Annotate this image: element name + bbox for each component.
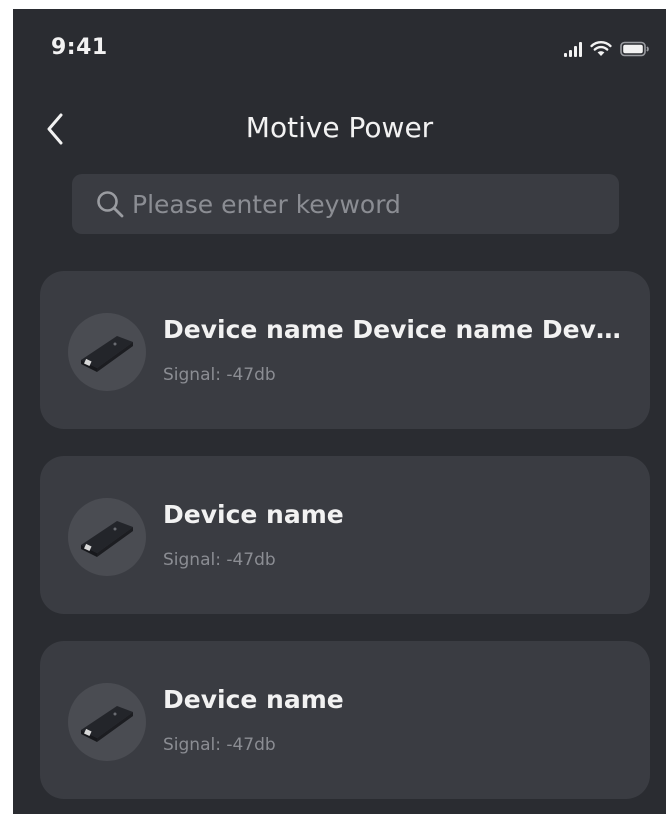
status-icons	[564, 39, 650, 57]
app-screen: 9:41 Motive Power Please enter keyword D…	[13, 9, 666, 814]
device-avatar	[68, 498, 146, 576]
battery-icon	[620, 41, 650, 57]
device-dongle-icon	[81, 521, 133, 557]
device-list-item[interactable]: Device name Device name Device name Sign…	[40, 271, 650, 429]
search-box[interactable]	[72, 173, 619, 235]
device-avatar	[68, 683, 146, 761]
wifi-icon	[590, 40, 612, 57]
device-signal: Signal: -47db	[163, 550, 276, 570]
cellular-signal-icon	[564, 41, 582, 57]
search-icon	[94, 188, 126, 220]
status-time: 9:41	[51, 35, 108, 60]
device-list-item[interactable]: Device name Signal: -47db	[40, 456, 650, 614]
device-dongle-icon	[81, 336, 133, 372]
device-name: Device name Device name Device name	[163, 315, 623, 344]
device-signal: Signal: -47db	[163, 735, 276, 755]
device-name: Device name	[163, 685, 344, 714]
device-avatar	[68, 313, 146, 391]
device-signal: Signal: -47db	[163, 365, 276, 385]
search-input[interactable]	[126, 173, 619, 235]
status-bar: 9:41	[13, 9, 666, 89]
device-list-item[interactable]: Device name Signal: -47db	[40, 641, 650, 799]
page-title: Motive Power	[245, 111, 434, 144]
device-name: Device name	[163, 500, 344, 529]
nav-bar: Motive Power	[13, 99, 666, 159]
device-dongle-icon	[81, 706, 133, 742]
